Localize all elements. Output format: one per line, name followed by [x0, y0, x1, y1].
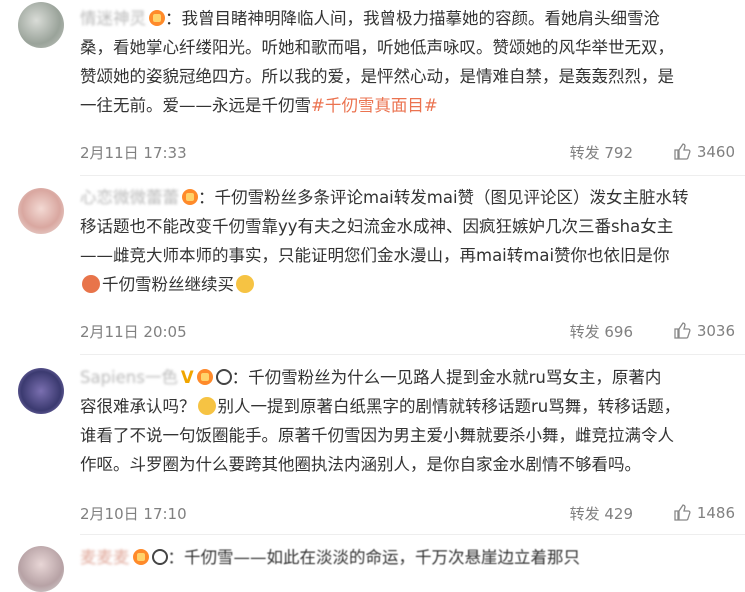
- grin-emoji-icon: [197, 397, 216, 415]
- comment-text: 作呕。斗罗圈为什么要跨其他圈执法内涵别人，是你自家金水剧情不够看吗。: [80, 455, 641, 474]
- like-button[interactable]: 1486: [673, 503, 735, 522]
- member-badge-icon: [149, 10, 165, 26]
- comment-text: ：我曾目睹神明降临人间，我曾极力描摹她的容颜。看她肩头细雪沧: [165, 9, 660, 28]
- avatar[interactable]: [18, 546, 64, 592]
- comment-text: 一往无前。爱——永远是千仞雪: [80, 96, 311, 115]
- comment-date: 2月11日 20:05: [80, 323, 187, 341]
- repost-button[interactable]: 转发 429: [570, 503, 633, 524]
- comment-text: 别人一提到原著白纸黑字的剧情就转移话题ru骂舞，转移话题，: [217, 397, 681, 416]
- verified-v-icon: V: [180, 368, 194, 387]
- comment-text: 赞颂她的姿貌冠绝四方。所以我的爱，是怦然心动，是情难自禁，是轰轰烈烈，是: [80, 67, 674, 86]
- username[interactable]: 麦麦麦: [80, 548, 130, 567]
- comment-footer: 2月10日 17:10 转发 429 1486: [80, 503, 735, 527]
- divider: [80, 175, 745, 176]
- laughing-emoji-icon: [82, 275, 100, 293]
- avatar[interactable]: [18, 2, 64, 48]
- username[interactable]: 心恋微微蕾蕾: [80, 188, 179, 207]
- thumbs-up-icon: [674, 143, 691, 160]
- avatar[interactable]: [18, 188, 64, 234]
- comment-text: 千仞雪粉丝继续买: [102, 275, 234, 294]
- repost-button[interactable]: 转发 696: [570, 321, 633, 342]
- thumbs-up-icon: [674, 322, 691, 339]
- comment-date: 2月11日 17:33: [80, 144, 187, 162]
- username[interactable]: 情迷神灵: [80, 9, 146, 28]
- divider: [80, 534, 745, 535]
- username[interactable]: Sapiens一色: [80, 368, 178, 387]
- surprised-emoji-icon: [236, 275, 254, 293]
- topic-link[interactable]: #千仞雪真面目#: [311, 96, 438, 115]
- like-count: 1486: [696, 504, 735, 522]
- comment-footer: 2月11日 20:05 转发 696 3036: [80, 321, 735, 345]
- comment-text: 谁看了不说一句饭圈能手。原著千仞雪因为男主爱小舞就要杀小舞，雌竞拉满令人: [80, 426, 674, 445]
- comment-content: 情迷神灵 ：我曾目睹神明降临人间，我曾极力描摹她的容颜。看她肩头细雪沧 桑，看她掌…: [80, 4, 735, 120]
- like-button[interactable]: 3036: [673, 321, 735, 340]
- comment-text: 容很难承认吗？: [80, 397, 196, 416]
- like-button[interactable]: 3460: [673, 142, 735, 161]
- comment-text: 移话题也不能改变千仞雪靠yy有夫之妇流金水成神、因疯狂嫉妒几次三番sha女主: [80, 217, 674, 236]
- panda-badge-icon: [151, 549, 168, 565]
- comment-text: ：千仞雪粉丝多条评论mai转发mai赞（图见评论区）泼女主脏水转: [198, 188, 689, 207]
- like-count: 3460: [696, 143, 735, 161]
- comment-text: ：千仞雪粉丝为什么一见路人提到金水就ru骂女主，原著内: [231, 368, 662, 387]
- member-badge-icon: [132, 549, 149, 565]
- repost-button[interactable]: 转发 792: [570, 142, 633, 163]
- thumbs-up-icon: [674, 504, 691, 521]
- comment-text: ——雌竞大师本师的事实，只能证明您们金水漫山，再mai转mai赞你也依旧是你: [80, 246, 670, 265]
- comment-content: Sapiens一色 V ：千仞雪粉丝为什么一见路人提到金水就ru骂女主，原著内 容很…: [80, 363, 735, 479]
- like-count: 3036: [696, 322, 735, 340]
- panda-badge-icon: [215, 369, 232, 385]
- comment-text: 桑，看她掌心纤缕阳光。听她和歌而唱，听她低声咏叹。赞颂她的风华举世无双，: [80, 38, 674, 57]
- comment-text: ：千仞雪——如此在淡淡的命运，千万次悬崖边立着那只: [167, 548, 581, 567]
- member-badge-icon: [182, 189, 198, 205]
- comment-content: 麦麦麦 ：千仞雪——如此在淡淡的命运，千万次悬崖边立着那只: [80, 543, 735, 572]
- comment-content: 心恋微微蕾蕾 ：千仞雪粉丝多条评论mai转发mai赞（图见评论区）泼女主脏水转 移…: [80, 183, 735, 299]
- avatar[interactable]: [18, 368, 64, 414]
- comment-date: 2月10日 17:10: [80, 505, 187, 523]
- comment-footer: 2月11日 17:33 转发 792 3460: [80, 142, 735, 166]
- member-badge-icon: [196, 369, 213, 385]
- divider: [80, 354, 745, 355]
